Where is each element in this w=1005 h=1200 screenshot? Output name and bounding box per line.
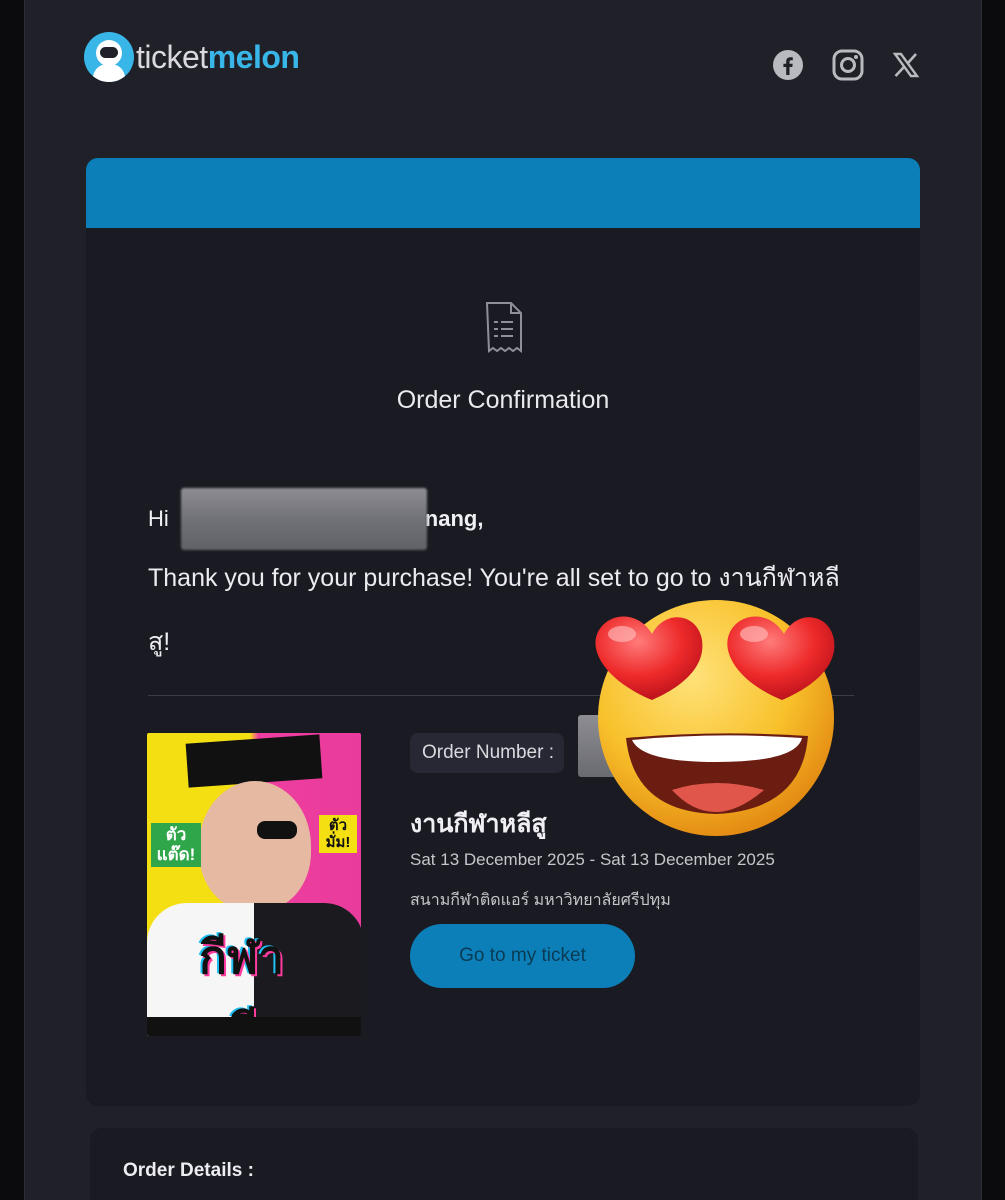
instagram-icon[interactable] (832, 49, 864, 81)
greeting: Hi nang, (148, 488, 483, 550)
greeting-hi: Hi (148, 506, 169, 531)
event-venue: สนามกีฬาติดแอร์ มหาวิทยาลัยศรีปทุม (410, 892, 671, 909)
receipt-icon (485, 302, 522, 353)
logo-text-melon: melon (207, 38, 300, 75)
facebook-icon[interactable] (772, 49, 804, 81)
order-number-label: Order Number : (422, 742, 554, 763)
page-title: Order Confirmation (396, 386, 610, 414)
go-to-ticket-button[interactable]: Go to my ticket (410, 924, 635, 988)
event-title: งานกีฬาหลีสู (410, 810, 547, 838)
ticketmelon-logo[interactable]: ticketmelon (84, 32, 300, 82)
logo-text: ticketmelon (136, 38, 300, 76)
greeting-name: nang, (424, 506, 484, 531)
email-header: ticketmelon (84, 22, 920, 92)
social-links (772, 49, 920, 81)
poster-tag-right: ตัว มั่ม! (319, 815, 357, 853)
order-details-card: Order Details : (90, 1128, 918, 1200)
card-header-bar (86, 158, 920, 228)
order-number: Order Number : (410, 733, 564, 773)
heart-eyes-emoji-icon (595, 600, 835, 836)
poster-tag-left: ตัว แต๊ด! (151, 823, 201, 867)
logo-text-ticket: ticket (136, 38, 208, 75)
order-details-title: Order Details : (123, 1160, 254, 1181)
poster-logo: กีฬาหลีสู (199, 931, 286, 1036)
x-icon[interactable] (892, 51, 920, 79)
redacted-name (180, 488, 427, 550)
mascot-icon (84, 32, 134, 82)
event-poster: ตัว แต๊ด! ตัว มั่ม! กีฬาหลีสู (147, 733, 361, 1036)
event-date: Sat 13 December 2025 - Sat 13 December 2… (410, 850, 775, 869)
